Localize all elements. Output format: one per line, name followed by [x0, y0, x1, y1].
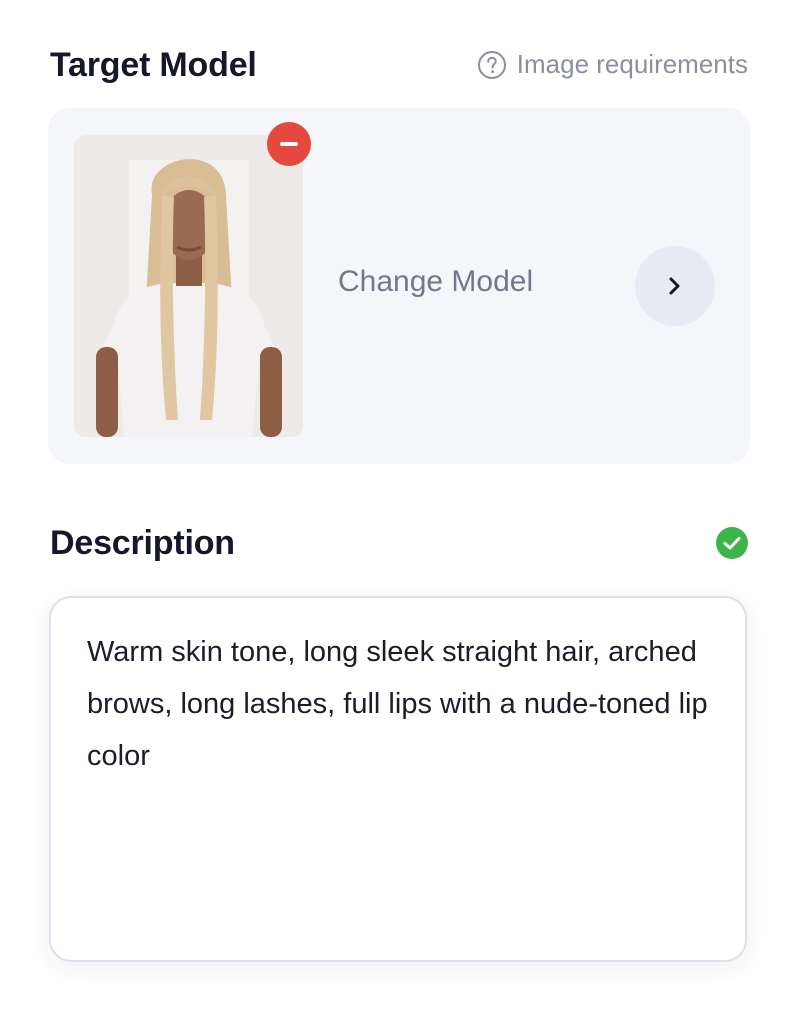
chevron-right-icon: [669, 277, 680, 295]
description-textarea[interactable]: Warm skin tone, long sleek straight hair…: [49, 596, 747, 962]
question-circle-icon: [477, 50, 506, 79]
description-title: Description: [50, 524, 235, 562]
model-photo: [74, 135, 303, 437]
change-model-button[interactable]: [635, 246, 715, 326]
check-circle-icon: [716, 527, 748, 559]
minus-circle-icon: [280, 142, 298, 146]
change-model-label[interactable]: Change Model: [338, 265, 533, 299]
model-settings-panel: Target Model Image requirements Change M…: [0, 0, 800, 1013]
model-thumbnail: [74, 135, 303, 437]
image-requirements-label: Image requirements: [516, 49, 748, 79]
remove-model-button[interactable]: [267, 122, 311, 166]
target-model-title: Target Model: [50, 46, 257, 84]
image-requirements-link[interactable]: Image requirements: [477, 49, 748, 80]
